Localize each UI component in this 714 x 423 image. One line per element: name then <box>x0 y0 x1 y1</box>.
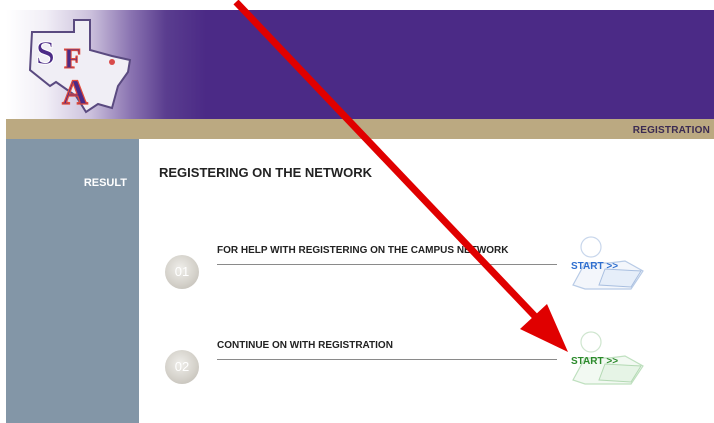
red-arrow-icon <box>233 0 568 352</box>
